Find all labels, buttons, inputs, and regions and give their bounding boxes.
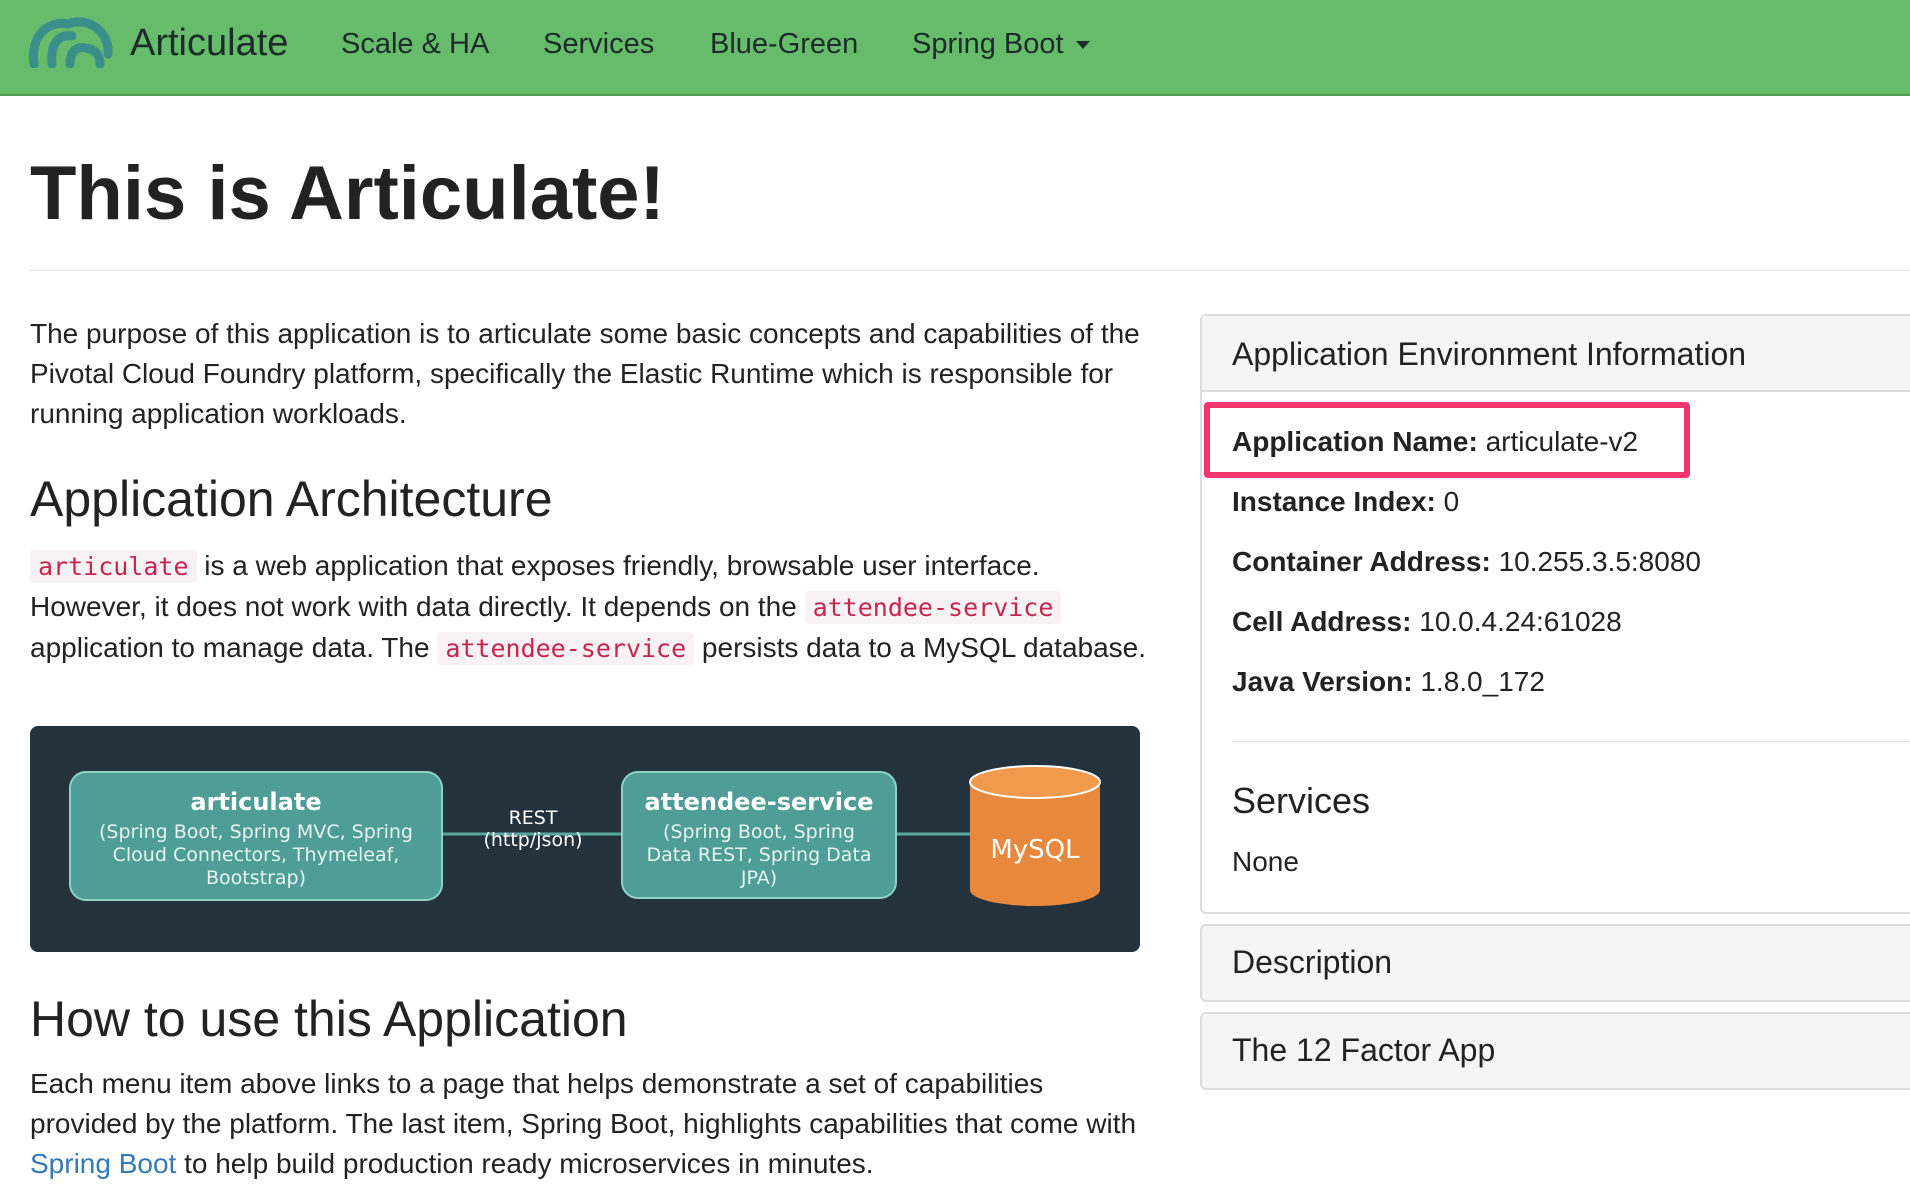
page-title: This is Articulate! — [30, 151, 665, 236]
services-value: None — [1232, 846, 1299, 877]
howto-text-2: to help build production ready microserv… — [176, 1148, 874, 1179]
attendee-box-desc-1: (Spring Boot, Spring — [663, 821, 855, 843]
java-version-value: 1.8.0_172 — [1420, 666, 1545, 697]
howto-heading: How to use this Application — [30, 991, 628, 1047]
attendee-box-desc-2: Data REST, Spring Data — [646, 844, 871, 866]
code-attendee-service: attendee-service — [804, 591, 1062, 624]
rest-label: REST — [509, 807, 558, 829]
architecture-diagram: articulate (Spring Boot, Spring MVC, Spr… — [30, 726, 1140, 952]
attendee-box-title: attendee-service — [645, 788, 874, 816]
cell-address-label: Cell Address: — [1232, 606, 1412, 637]
cell-address-value: 10.0.4.24:61028 — [1419, 606, 1622, 637]
services-heading: Services — [1232, 780, 1371, 821]
nav-services[interactable]: Services — [543, 28, 654, 61]
architecture-heading: Application Architecture — [30, 471, 553, 527]
container-address-row: Container Address: 10.255.3.5:8080 — [1232, 546, 1701, 578]
description-panel-title[interactable]: Description — [1232, 944, 1392, 981]
nav-blue-green[interactable]: Blue-Green — [710, 28, 858, 61]
articulate-box-desc-3: Bootstrap) — [206, 867, 306, 889]
spring-boot-link[interactable]: Spring Boot — [30, 1148, 176, 1179]
java-version-label: Java Version: — [1232, 666, 1413, 697]
nav-scale-ha[interactable]: Scale & HA — [341, 28, 489, 61]
cell-address-row: Cell Address: 10.0.4.24:61028 — [1232, 606, 1622, 638]
instance-index-label: Instance Index: — [1232, 486, 1436, 517]
attendee-box-desc-3: JPA) — [740, 867, 777, 889]
container-address-label: Container Address: — [1232, 546, 1491, 577]
intro-paragraph: The purpose of this application is to ar… — [30, 318, 1140, 429]
env-panel-title: Application Environment Information — [1232, 336, 1747, 372]
code-articulate: articulate — [30, 550, 197, 583]
articulate-box-desc-2: Cloud Connectors, Thymeleaf, — [113, 844, 400, 866]
brand-name[interactable]: Articulate — [130, 22, 288, 65]
caret-down-icon — [1075, 41, 1090, 50]
http-json-label: (http/json) — [483, 829, 582, 851]
code-attendee-service-2: attendee-service — [437, 632, 695, 665]
articulate-box-title: articulate — [190, 788, 321, 816]
instance-index-row: Instance Index: 0 — [1232, 486, 1459, 518]
nav-spring-boot-dropdown[interactable]: Spring Boot — [912, 28, 1090, 61]
title-divider — [30, 270, 1910, 271]
nav-spring-boot-label: Spring Boot — [912, 28, 1064, 60]
instance-index-value: 0 — [1443, 486, 1460, 517]
articulate-box-desc-1: (Spring Boot, Spring MVC, Spring — [99, 821, 413, 843]
services-divider — [1232, 741, 1910, 742]
cloud-logo-icon[interactable] — [26, 6, 116, 68]
architecture-paragraph: articulate is a web application that exp… — [30, 546, 1150, 669]
container-address-value: 10.255.3.5:8080 — [1498, 546, 1701, 577]
java-version-row: Java Version: 1.8.0_172 — [1232, 666, 1545, 698]
howto-text-1: Each menu item above links to a page tha… — [30, 1068, 1137, 1139]
architecture-text-2: application to manage data. The — [30, 632, 438, 663]
top-navbar: Articulate Scale & HA Services Blue-Gree… — [0, 0, 1910, 96]
twelve-factor-panel-title[interactable]: The 12 Factor App — [1232, 1032, 1495, 1069]
mysql-label: MySQL — [990, 835, 1080, 865]
howto-paragraph: Each menu item above links to a page tha… — [30, 1064, 1150, 1184]
app-name-highlight-box — [1204, 402, 1690, 478]
architecture-text-3: persists data to a MySQL database. — [694, 632, 1147, 663]
